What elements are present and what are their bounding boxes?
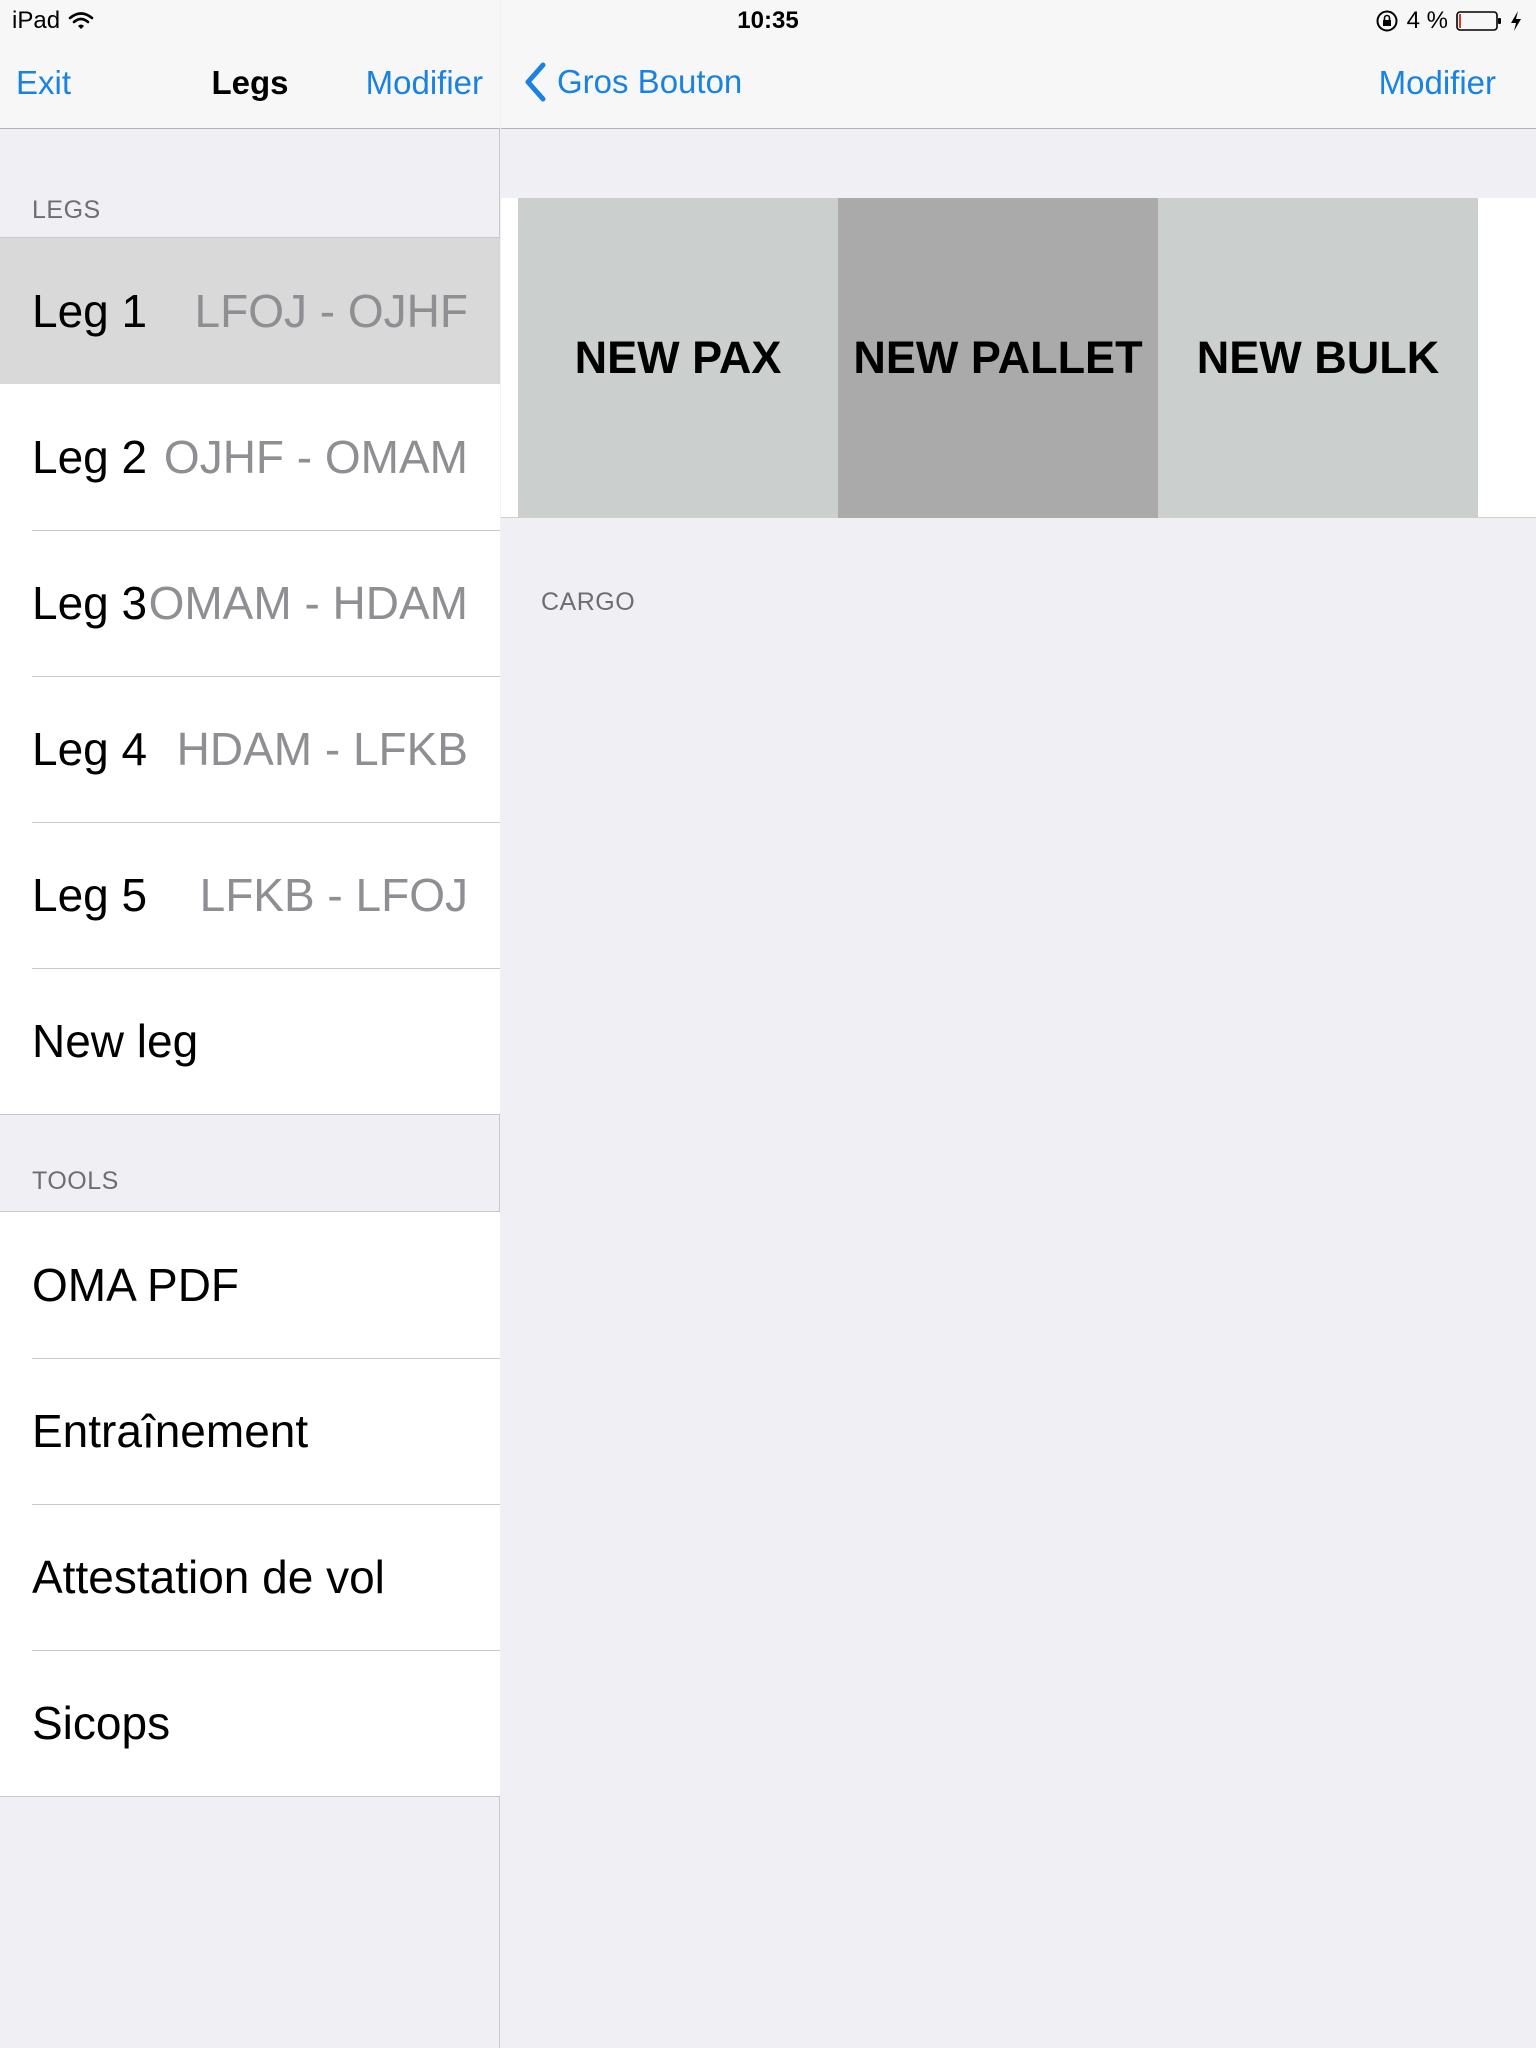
new-pallet-button[interactable]: NEW PALLET xyxy=(838,198,1158,518)
tool-row-entrainement[interactable]: Entraînement xyxy=(0,1358,500,1504)
leg-row-5[interactable]: Leg 5 LFKB - LFOJ xyxy=(0,822,500,968)
tool-label: Sicops xyxy=(32,1697,171,1749)
back-label: Gros Bouton xyxy=(557,63,743,100)
detail-modifier-button[interactable]: Modifier xyxy=(1379,64,1496,102)
status-right: 4 % xyxy=(1375,7,1522,35)
battery-percent: 4 % xyxy=(1406,7,1448,34)
leg-route: OJHF - OMAM xyxy=(163,431,468,483)
new-leg-label: New leg xyxy=(32,1015,199,1067)
leg-row-2[interactable]: Leg 2 OJHF - OMAM xyxy=(0,384,500,530)
status-bar: iPad 10:35 4 % xyxy=(0,0,1536,40)
status-time: 10:35 xyxy=(737,7,799,34)
back-chevron-icon xyxy=(525,62,546,102)
master-modifier-button[interactable]: Modifier xyxy=(366,64,483,102)
back-button[interactable]: Gros Bouton xyxy=(523,62,742,102)
tool-label: Entraînement xyxy=(32,1405,309,1457)
master-pane: Exit Legs Modifier LEGS Leg 1 LFOJ - OJH… xyxy=(0,0,500,2048)
battery-icon xyxy=(1456,11,1501,31)
big-button-row: NEW PAX NEW PALLET NEW BULK xyxy=(501,198,1536,518)
tool-label: Attestation de vol xyxy=(32,1551,385,1603)
leg-route: LFKB - LFOJ xyxy=(199,869,468,921)
leg-row-3[interactable]: Leg 3 OMAM - HDAM xyxy=(0,530,500,676)
charging-bolt-icon xyxy=(1511,11,1521,31)
cargo-section-header: CARGO xyxy=(541,588,636,616)
leg-route: OMAM - HDAM xyxy=(148,577,468,629)
leg-label: Leg 1 xyxy=(32,285,148,337)
orientation-lock-icon xyxy=(1376,10,1398,32)
leg-label: Leg 4 xyxy=(32,723,148,775)
legs-section-header: LEGS xyxy=(32,196,101,224)
leg-label: Leg 2 xyxy=(32,431,148,483)
tools-section-header: TOOLS xyxy=(32,1167,119,1195)
leg-row-4[interactable]: Leg 4 HDAM - LFKB xyxy=(0,676,500,822)
tools-list: OMA PDF Entraînement Attestation de vol … xyxy=(0,1211,500,1797)
leg-label: Leg 3 xyxy=(32,577,148,629)
tool-row-sicops[interactable]: Sicops xyxy=(0,1650,500,1796)
leg-route: LFOJ - OJHF xyxy=(194,285,468,337)
new-leg-row[interactable]: New leg xyxy=(0,968,500,1114)
new-pax-button[interactable]: NEW PAX xyxy=(518,198,838,518)
leg-label: Leg 5 xyxy=(32,869,148,921)
tool-row-attestation[interactable]: Attestation de vol xyxy=(0,1504,500,1650)
leg-route: HDAM - LFKB xyxy=(176,723,468,775)
tool-row-oma-pdf[interactable]: OMA PDF xyxy=(0,1212,500,1358)
leg-row-1[interactable]: Leg 1 LFOJ - OJHF xyxy=(0,238,500,384)
tool-label: OMA PDF xyxy=(32,1259,240,1311)
new-bulk-button[interactable]: NEW BULK xyxy=(1158,198,1478,518)
legs-list: Leg 1 LFOJ - OJHF Leg 2 OJHF - OMAM Leg … xyxy=(0,237,500,1115)
